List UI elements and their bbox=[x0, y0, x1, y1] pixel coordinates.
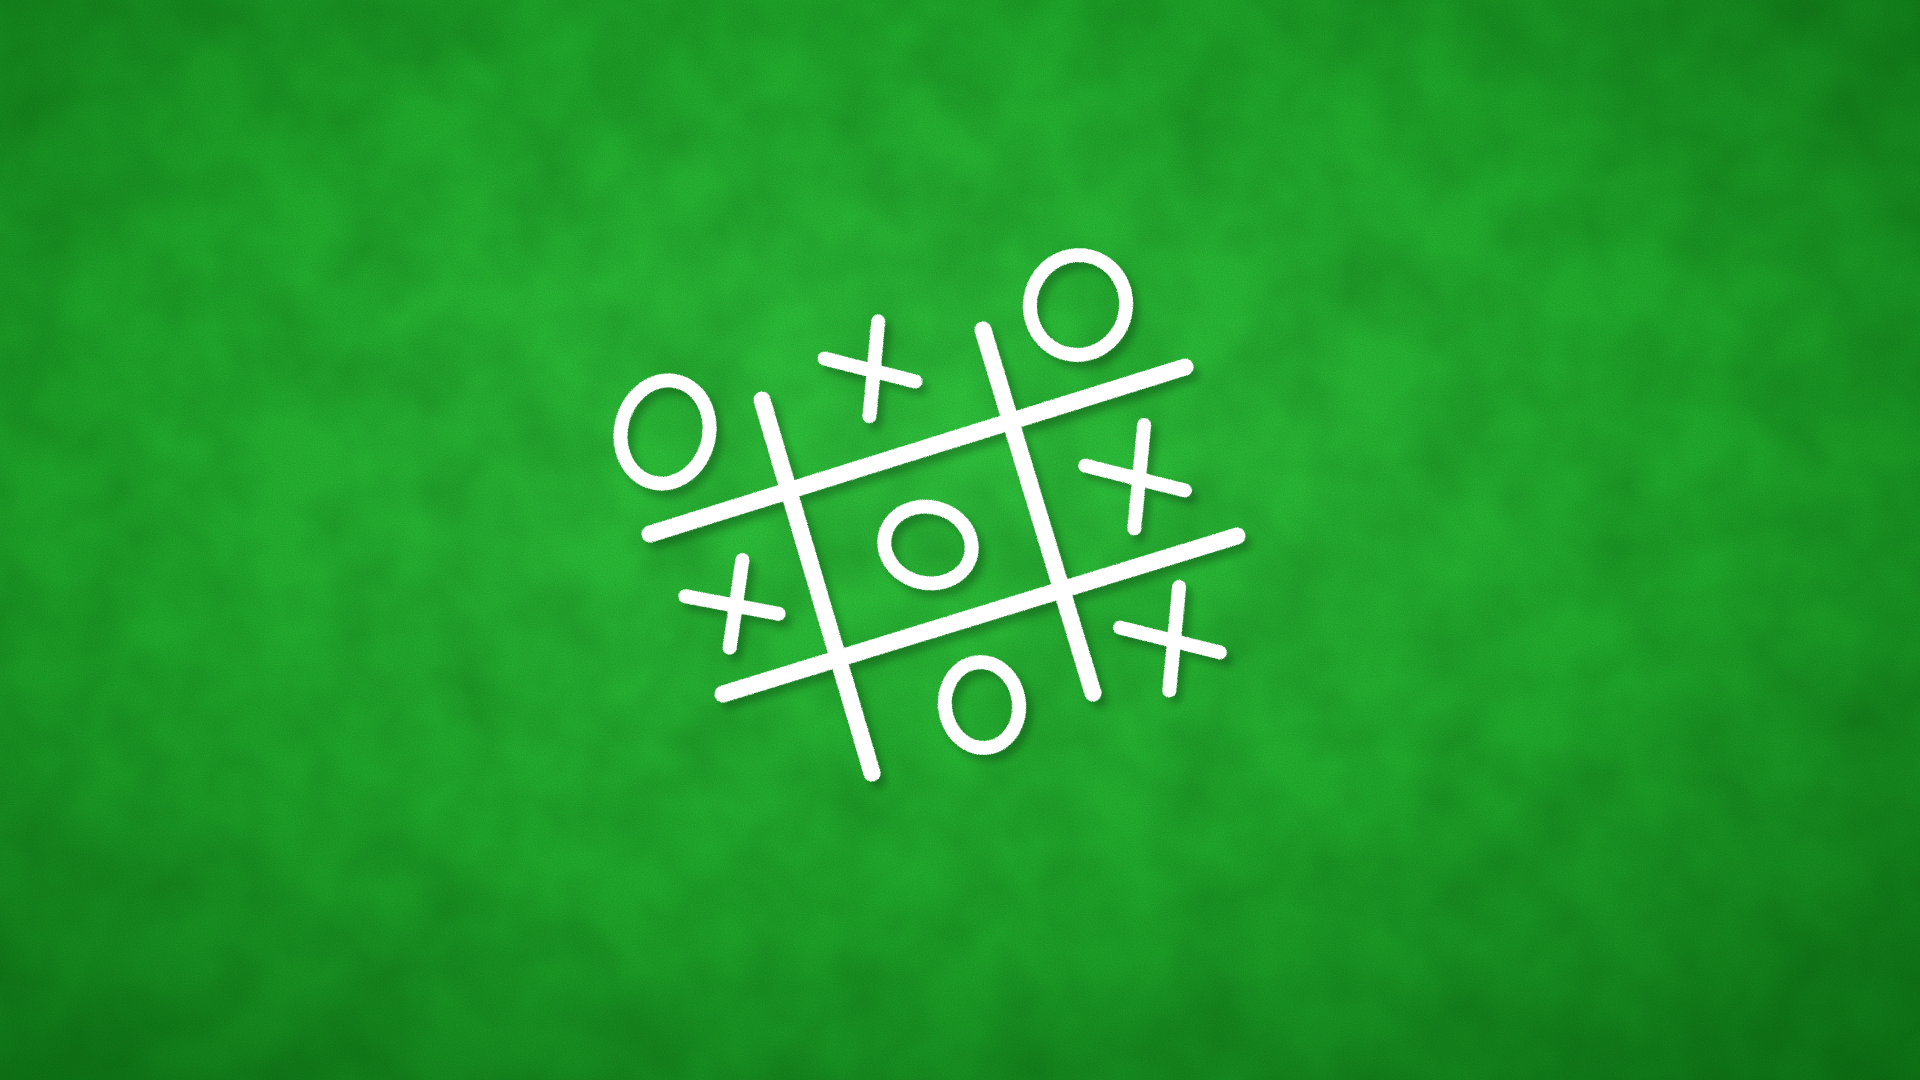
chalkboard-surface bbox=[0, 0, 1920, 1080]
board-texture-grain bbox=[0, 0, 1920, 1080]
tic-tac-toe-board bbox=[0, 0, 1920, 1080]
